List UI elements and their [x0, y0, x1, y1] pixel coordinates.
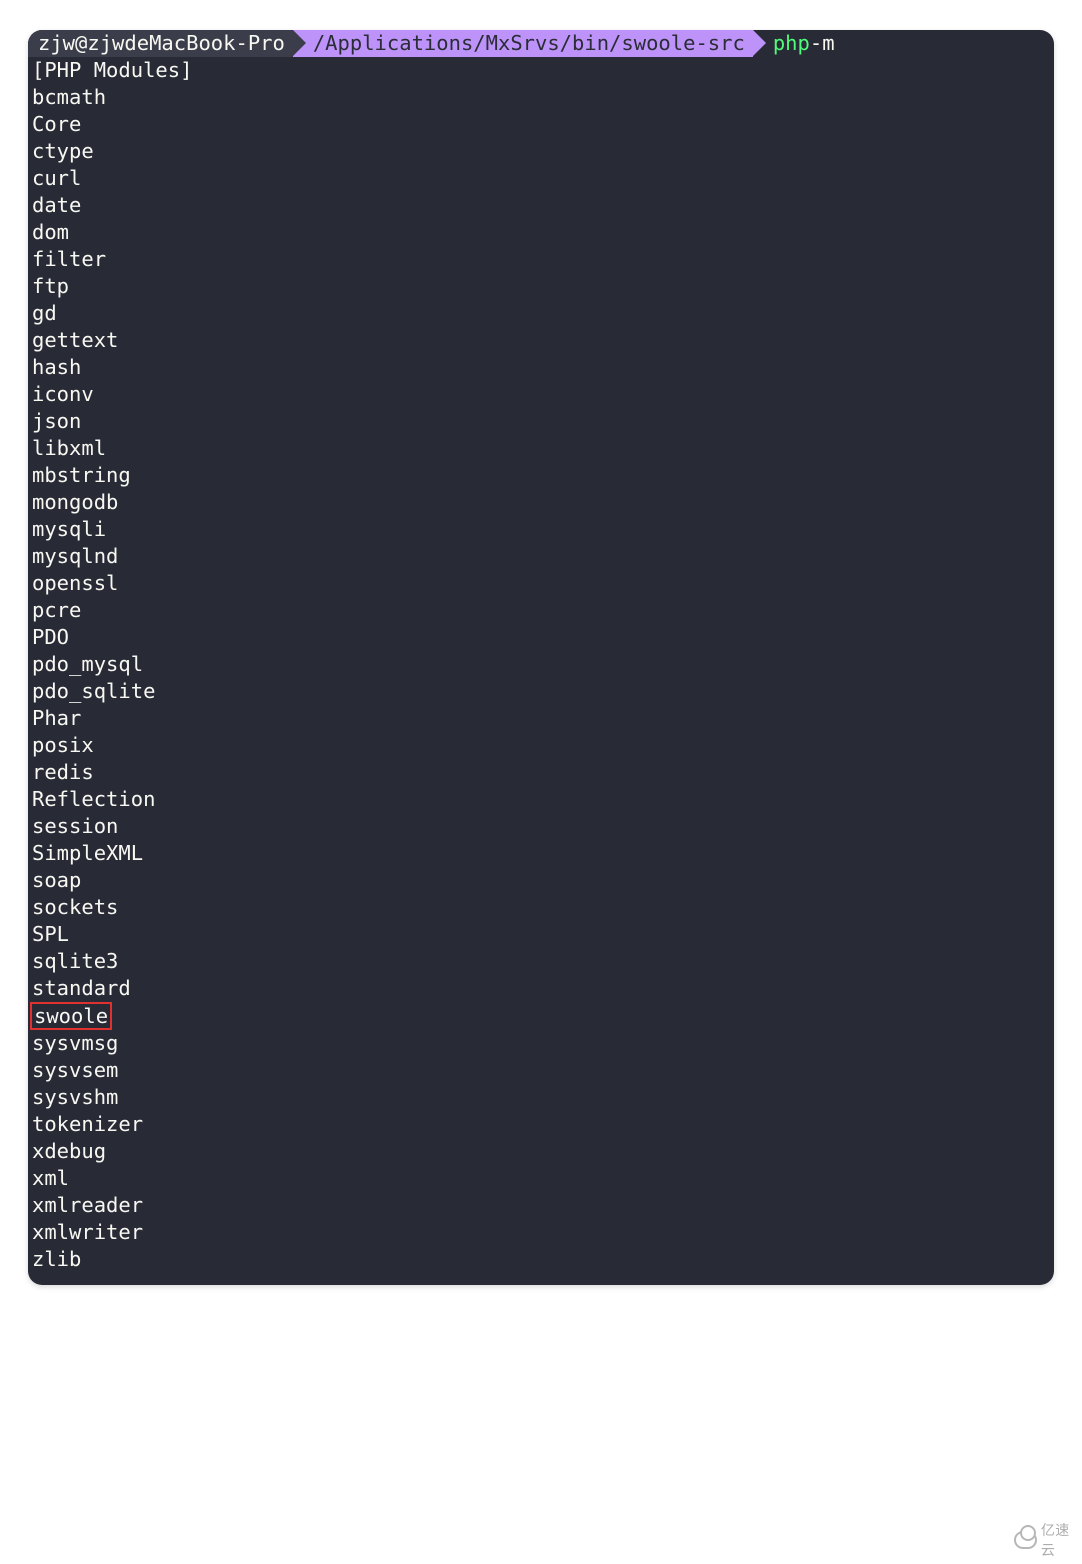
prompt-path-segment: /Applications/MxSrvs/bin/swoole-src [293, 30, 753, 57]
module-line: ctype [32, 138, 1054, 165]
module-line: mysqli [32, 516, 1054, 543]
module-line: libxml [32, 435, 1054, 462]
module-line: PDO [32, 624, 1054, 651]
module-line: sysvmsg [32, 1030, 1054, 1057]
module-line: bcmath [32, 84, 1054, 111]
module-line: xmlreader [32, 1192, 1054, 1219]
module-line: SPL [32, 921, 1054, 948]
command-args: -m [810, 30, 835, 57]
prompt-line: zjw@zjwdeMacBook-Pro /Applications/MxSrv… [28, 30, 1054, 57]
module-line: hash [32, 354, 1054, 381]
terminal-window[interactable]: zjw@zjwdeMacBook-Pro /Applications/MxSrv… [28, 30, 1054, 1285]
module-line: pdo_sqlite [32, 678, 1054, 705]
module-line: posix [32, 732, 1054, 759]
module-line: mongodb [32, 489, 1054, 516]
module-line: redis [32, 759, 1054, 786]
module-line: standard [32, 975, 1054, 1002]
module-line: tokenizer [32, 1111, 1054, 1138]
module-line: Reflection [32, 786, 1054, 813]
module-line: date [32, 192, 1054, 219]
module-line: swoole [32, 1002, 1054, 1030]
module-line: iconv [32, 381, 1054, 408]
module-line: Core [32, 111, 1054, 138]
module-line: dom [32, 219, 1054, 246]
module-line: sockets [32, 894, 1054, 921]
module-line: filter [32, 246, 1054, 273]
module-line: ftp [32, 273, 1054, 300]
module-line: Phar [32, 705, 1054, 732]
command-binary: php [773, 30, 810, 57]
watermark: 亿速云 [842, 1304, 1082, 1564]
module-line: openssl [32, 570, 1054, 597]
module-line: gd [32, 300, 1054, 327]
module-line: gettext [32, 327, 1054, 354]
module-list: bcmathCorectypecurldatedomfilterftpgdget… [32, 84, 1054, 1273]
module-line: sqlite3 [32, 948, 1054, 975]
terminal-output: [PHP Modules] bcmathCorectypecurldatedom… [28, 57, 1054, 1273]
module-line: xmlwriter [32, 1219, 1054, 1246]
cloud-icon [1014, 1531, 1037, 1549]
module-line: SimpleXML [32, 840, 1054, 867]
module-line: xdebug [32, 1138, 1054, 1165]
module-line: sysvsem [32, 1057, 1054, 1084]
module-line: xml [32, 1165, 1054, 1192]
prompt-user: zjw@zjwdeMacBook-Pro [38, 30, 285, 57]
module-line: soap [32, 867, 1054, 894]
highlighted-module: swoole [30, 1002, 112, 1030]
module-line: mysqlnd [32, 543, 1054, 570]
module-line: json [32, 408, 1054, 435]
module-line: pdo_mysql [32, 651, 1054, 678]
output-header: [PHP Modules] [32, 57, 1054, 84]
module-line: sysvshm [32, 1084, 1054, 1111]
prompt-path: /Applications/MxSrvs/bin/swoole-src [313, 30, 745, 57]
module-line: session [32, 813, 1054, 840]
module-line: pcre [32, 597, 1054, 624]
prompt-user-segment: zjw@zjwdeMacBook-Pro [28, 30, 293, 57]
module-line: curl [32, 165, 1054, 192]
module-line: mbstring [32, 462, 1054, 489]
watermark-text: 亿速云 [1041, 1520, 1078, 1560]
module-line: zlib [32, 1246, 1054, 1273]
